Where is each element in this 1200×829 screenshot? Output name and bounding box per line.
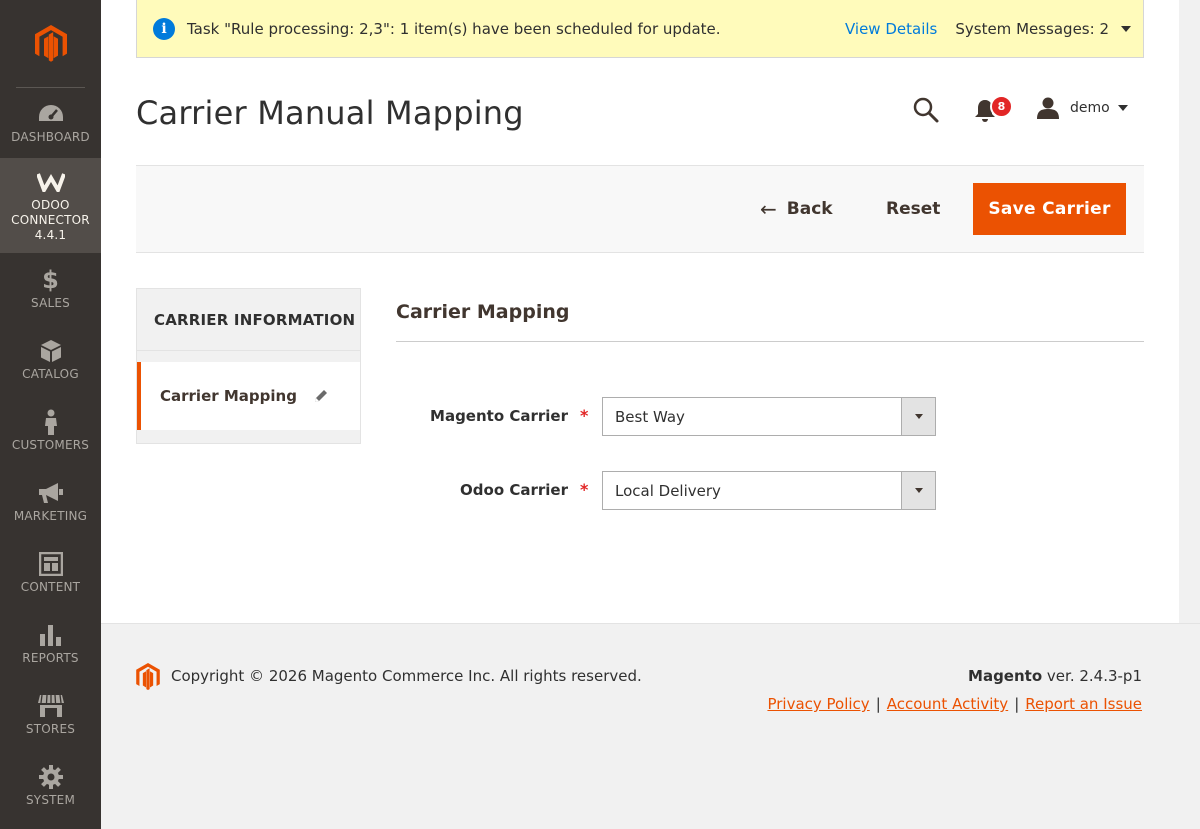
sidebar-label: SALES xyxy=(31,296,70,310)
sidebar-item-customers[interactable]: CUSTOMERS xyxy=(0,396,101,466)
reset-button[interactable]: Reset xyxy=(886,196,940,222)
sidebar-item-marketing[interactable]: MARKETING xyxy=(0,467,101,537)
version-info: Magento ver. 2.4.3-p1 xyxy=(968,667,1142,685)
gear-icon xyxy=(38,764,64,790)
system-messages-toggle[interactable]: System Messages: 2 xyxy=(955,20,1109,38)
odoo-connector-icon xyxy=(36,169,65,195)
sidebar-label: CATALOG xyxy=(22,367,79,381)
sidebar-item-stores[interactable]: STORES xyxy=(0,680,101,750)
user-icon xyxy=(1037,97,1059,119)
sidebar-label: REPORTS xyxy=(22,651,79,665)
save-carrier-button[interactable]: Save Carrier xyxy=(973,183,1126,235)
search-icon xyxy=(913,97,939,123)
magento-logo[interactable] xyxy=(0,0,101,88)
storefront-icon xyxy=(37,693,65,719)
tab-label: Carrier Mapping xyxy=(160,387,297,405)
magento-carrier-select[interactable]: Best Way xyxy=(602,397,936,436)
sidebar-item-content[interactable]: CONTENT xyxy=(0,538,101,608)
sidebar-label-line3: 4.4.1 xyxy=(34,227,67,242)
sidebar-label: STORES xyxy=(25,722,76,736)
cube-icon xyxy=(40,338,62,364)
link-separator: | xyxy=(1014,695,1020,713)
sidebar-label: SYSTEM xyxy=(25,793,76,807)
version-text: ver. 2.4.3-p1 xyxy=(1046,667,1142,685)
back-button[interactable]: ← Back xyxy=(760,196,833,222)
system-message-bar: i Task "Rule processing: 2,3": 1 item(s)… xyxy=(136,0,1144,58)
sidebar-item-catalog[interactable]: CATALOG xyxy=(0,325,101,395)
carrier-information-tabs: CARRIER INFORMATION Carrier Mapping xyxy=(136,288,361,444)
person-icon xyxy=(44,409,58,435)
sidebar-item-reports[interactable]: REPORTS xyxy=(0,609,101,679)
magento-carrier-value: Best Way xyxy=(615,407,685,426)
magento-carrier-label: Magento Carrier xyxy=(430,407,568,425)
sidebar-item-odoo-connector[interactable]: ODOO CONNECTOR 4.4.1 xyxy=(0,158,101,253)
sidebar-label: CUSTOMERS xyxy=(11,438,90,452)
arrow-left-icon: ← xyxy=(760,197,777,221)
search-button[interactable] xyxy=(912,96,940,124)
brand-name: Magento xyxy=(968,667,1043,685)
chevron-down-icon xyxy=(1117,105,1128,111)
odoo-carrier-label: Odoo Carrier xyxy=(460,481,568,499)
sidebar-item-sales[interactable]: $ SALES xyxy=(0,254,101,324)
sidebar-label: CONTENT xyxy=(20,580,81,594)
sidebar-label: DASHBOARD xyxy=(11,129,90,144)
system-message-text: Task "Rule processing: 2,3": 1 item(s) h… xyxy=(187,19,721,38)
info-icon: i xyxy=(153,17,175,40)
odoo-carrier-select[interactable]: Local Delivery xyxy=(602,471,936,510)
copyright-text: Copyright © 2026 Magento Commerce Inc. A… xyxy=(171,667,642,685)
pencil-icon xyxy=(314,390,327,402)
layout-icon xyxy=(38,551,63,577)
sidebar-label: ODOO xyxy=(31,197,70,212)
dropdown-arrow-icon xyxy=(901,472,935,509)
sidebar-label-line2: CONNECTOR xyxy=(11,212,90,227)
dropdown-arrow-icon xyxy=(901,398,935,435)
back-button-label: Back xyxy=(786,199,833,219)
sidebar-item-dashboard[interactable]: DASHBOARD xyxy=(0,88,101,157)
page-footer xyxy=(101,623,1200,829)
section-divider xyxy=(396,341,1144,342)
view-details-link[interactable]: View Details xyxy=(845,20,937,38)
page-title: Carrier Manual Mapping xyxy=(136,94,524,132)
account-activity-link[interactable]: Account Activity xyxy=(887,695,1008,713)
dashboard-icon xyxy=(38,101,64,127)
link-separator: | xyxy=(875,695,881,713)
required-marker: * xyxy=(580,406,589,425)
required-marker: * xyxy=(580,480,589,499)
admin-sidebar: DASHBOARD ODOO CONNECTOR 4.4.1 $ SALES C… xyxy=(0,0,101,829)
tab-carrier-mapping[interactable]: Carrier Mapping xyxy=(137,362,360,430)
footer-links: Privacy Policy | Account Activity | Repo… xyxy=(767,695,1142,713)
megaphone-icon xyxy=(38,480,64,506)
odoo-carrier-value: Local Delivery xyxy=(615,481,721,500)
chevron-down-icon[interactable] xyxy=(1121,25,1131,32)
user-menu[interactable]: demo xyxy=(1036,96,1128,120)
scroll-gutter xyxy=(1179,0,1200,623)
sidebar-label: MARKETING xyxy=(13,509,88,523)
bar-chart-icon xyxy=(39,622,63,648)
notification-count-badge: 8 xyxy=(990,95,1013,118)
sidebar-item-system[interactable]: SYSTEM xyxy=(0,751,101,821)
magento-logo-icon xyxy=(136,663,160,691)
user-name: demo xyxy=(1070,100,1110,116)
report-issue-link[interactable]: Report an Issue xyxy=(1025,695,1142,713)
section-title: Carrier Mapping xyxy=(396,301,570,323)
tabs-heading: CARRIER INFORMATION xyxy=(137,289,360,351)
privacy-policy-link[interactable]: Privacy Policy xyxy=(767,695,869,713)
dollar-icon: $ xyxy=(42,266,59,294)
magento-logo-icon xyxy=(34,25,67,62)
